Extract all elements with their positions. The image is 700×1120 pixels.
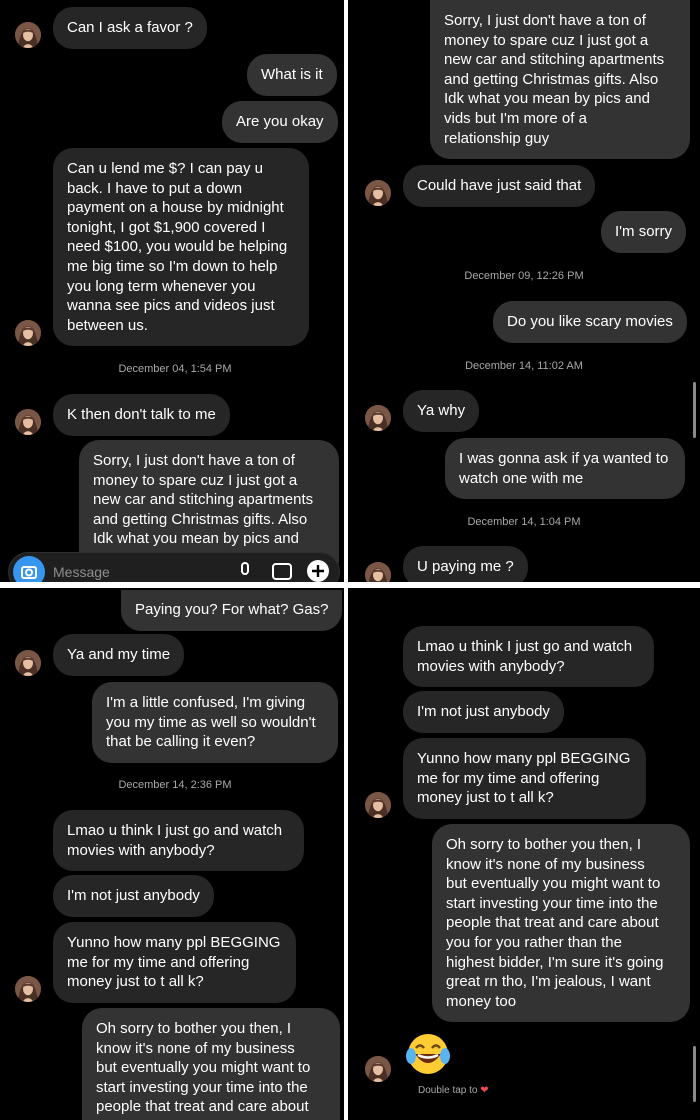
avatar[interactable] <box>365 1056 391 1082</box>
message-outgoing: Are you okay <box>222 101 338 143</box>
double-tap-text: Double tap to <box>418 1085 478 1096</box>
scrollbar[interactable] <box>693 382 696 438</box>
message-input[interactable]: Message <box>53 564 110 580</box>
message-outgoing: Paying you? For what? Gas? <box>121 590 343 631</box>
chat-panel-1: Can I ask a favor ? What is it Are you o… <box>0 0 344 582</box>
double-tap-hint: Double tap to ❤ <box>418 1085 489 1096</box>
message-incoming: I'm not just anybody <box>403 691 564 733</box>
timestamp: December 09, 12:26 PM <box>464 270 584 282</box>
plus-icon[interactable] <box>306 559 330 582</box>
message-outgoing: Oh sorry to bother you then, I know it's… <box>82 1008 340 1120</box>
message-incoming: Can u lend me $? I can pay u back. I hav… <box>53 148 309 347</box>
camera-icon[interactable] <box>13 556 45 582</box>
message-composer[interactable]: Message <box>8 552 340 582</box>
timestamp: December 14, 11:02 AM <box>465 360 583 372</box>
message-outgoing: I was gonna ask if ya wanted to watch on… <box>445 438 685 500</box>
message-incoming: U paying me ? <box>403 546 528 582</box>
scrollbar[interactable] <box>693 1046 696 1102</box>
message-incoming: Ya why <box>403 390 480 432</box>
avatar[interactable] <box>365 405 391 431</box>
message-incoming: Can I ask a favor ? <box>53 7 207 49</box>
avatar[interactable] <box>365 562 391 582</box>
avatar[interactable] <box>15 22 41 48</box>
message-incoming: K then don't talk to me <box>53 394 230 436</box>
message-outgoing: What is it <box>247 54 337 96</box>
heart-icon[interactable]: ❤ <box>480 1085 488 1096</box>
message-outgoing: Do you like scary movies <box>493 301 687 343</box>
message-outgoing: Sorry, I just don't have a ton of money … <box>430 0 690 160</box>
microphone-icon[interactable] <box>235 561 255 582</box>
message-outgoing: I'm a little confused, I'm giving you my… <box>92 682 338 763</box>
message-incoming: Yunno how many ppl BEGGING me for my tim… <box>403 738 646 819</box>
chat-panel-4: Lmao u think I just go and watch movies … <box>348 588 700 1120</box>
timestamp: December 04, 1:54 PM <box>118 363 232 375</box>
message-outgoing: I'm sorry <box>601 211 687 253</box>
timestamp: December 14, 2:36 PM <box>118 779 232 791</box>
message-incoming: Lmao u think I just go and watch movies … <box>403 626 654 688</box>
avatar[interactable] <box>15 409 41 435</box>
timestamp: December 14, 1:04 PM <box>467 516 581 528</box>
laughing-emoji-icon[interactable] <box>404 1032 452 1081</box>
message-incoming: Ya and my time <box>53 634 185 676</box>
message-incoming: Lmao u think I just go and watch movies … <box>53 810 304 872</box>
chat-panel-2: Sorry, I just don't have a ton of money … <box>348 0 700 582</box>
message-outgoing: Oh sorry to bother you then, I know it's… <box>432 824 690 1023</box>
avatar[interactable] <box>365 180 391 206</box>
image-icon[interactable] <box>271 561 293 582</box>
message-incoming: Yunno how many ppl BEGGING me for my tim… <box>53 922 296 1003</box>
avatar[interactable] <box>15 650 41 676</box>
avatar[interactable] <box>15 976 41 1002</box>
avatar[interactable] <box>15 320 41 346</box>
avatar[interactable] <box>365 792 391 818</box>
message-incoming: Could have just said that <box>403 165 596 207</box>
chat-panel-3: Paying you? For what? Gas? Ya and my tim… <box>0 588 344 1120</box>
message-incoming: I'm not just anybody <box>53 875 214 917</box>
